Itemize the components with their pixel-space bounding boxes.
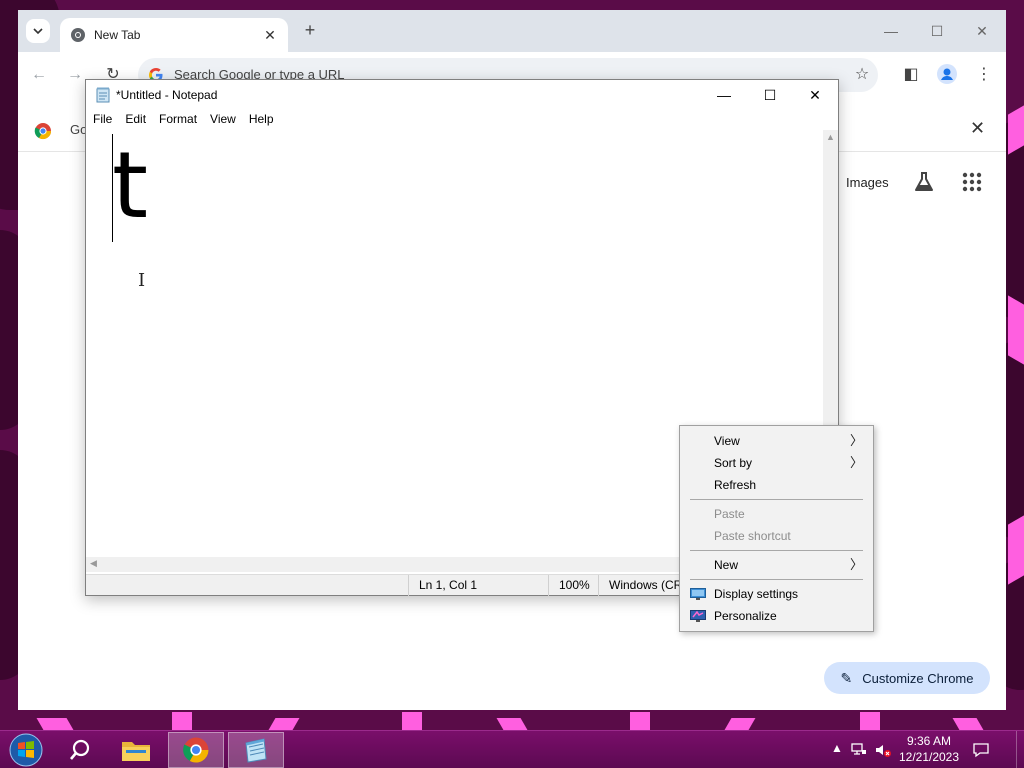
ctx-sort-by[interactable]: Sort by 〉 <box>682 452 871 474</box>
wallpaper-shape <box>860 712 880 730</box>
wallpaper-shape <box>952 718 984 730</box>
profile-icon[interactable] <box>936 64 958 86</box>
status-position: Ln 1, Col 1 <box>408 575 548 596</box>
status-line-ending: Windows (CRL <box>598 575 682 596</box>
forward-icon[interactable]: → <box>64 64 86 86</box>
maximize-icon[interactable]: ☐ <box>760 85 780 105</box>
close-icon[interactable]: ✕ <box>970 118 985 139</box>
tab-search-button[interactable] <box>26 19 50 43</box>
ctx-new-label: New <box>714 558 739 572</box>
wallpaper-shape <box>496 718 528 730</box>
bookmark-star-icon[interactable]: ☆ <box>851 64 873 86</box>
ctx-display-settings[interactable]: Display settings <box>682 583 871 605</box>
ctx-paste-shortcut: Paste shortcut <box>682 525 871 547</box>
taskbar-file-explorer[interactable] <box>108 732 164 768</box>
desktop-context-menu: View 〉 Sort by 〉 Refresh Paste Paste sho… <box>679 425 874 632</box>
menu-edit[interactable]: Edit <box>125 110 146 130</box>
scroll-up-icon[interactable]: ▲ <box>826 132 835 142</box>
minimize-icon[interactable]: — <box>714 85 734 105</box>
notepad-icon <box>96 87 110 103</box>
taskbar-chrome[interactable] <box>168 732 224 768</box>
display-icon <box>690 588 706 600</box>
tab-strip: New Tab ✕ + — ☐ ✕ <box>18 10 1006 52</box>
more-menu-icon[interactable]: ⋮ <box>973 64 995 86</box>
clock-time: 9:36 AM <box>906 734 952 748</box>
ctx-view[interactable]: View 〉 <box>682 430 871 452</box>
menu-separator <box>690 579 863 580</box>
status-zoom: 100% <box>548 575 598 596</box>
wallpaper-shape <box>724 718 756 730</box>
wallpaper-shape <box>1008 515 1024 585</box>
menu-file[interactable]: File <box>93 110 112 130</box>
ibeam-cursor-icon: I <box>138 270 146 291</box>
notepad-title: *Untitled - Notepad <box>116 88 218 102</box>
close-window-icon[interactable]: ✕ <box>973 22 991 40</box>
wallpaper-shape <box>268 718 300 730</box>
menu-view[interactable]: View <box>210 110 236 130</box>
chevron-right-icon: 〉 <box>849 433 863 448</box>
close-tab-icon[interactable]: ✕ <box>262 27 278 43</box>
menu-separator <box>690 550 863 551</box>
personalize-icon <box>690 610 706 622</box>
taskbar: ▲ 9:36 AM 12/21/2023 <box>0 730 1024 768</box>
images-link[interactable]: Images <box>846 175 889 190</box>
notepad-content: t <box>112 132 149 239</box>
chevron-right-icon: 〉 <box>849 455 863 470</box>
ctx-view-label: View <box>714 434 740 448</box>
ctx-display-settings-label: Display settings <box>714 587 799 601</box>
scroll-left-icon[interactable]: ◀ <box>90 558 97 569</box>
wallpaper-shape <box>402 712 422 730</box>
tab-new-tab[interactable]: New Tab ✕ <box>60 18 288 52</box>
start-button[interactable] <box>6 732 46 768</box>
taskbar-clock[interactable]: 9:36 AM 12/21/2023 <box>896 733 962 765</box>
ctx-refresh-label: Refresh <box>714 478 757 492</box>
menu-separator <box>690 499 863 500</box>
wallpaper-shape <box>36 718 74 730</box>
notepad-icon <box>245 738 267 763</box>
apps-grid-icon[interactable] <box>960 170 984 194</box>
show-hidden-icons-icon[interactable]: ▲ <box>828 741 846 759</box>
chrome-logo-icon <box>183 737 209 763</box>
ctx-paste-label: Paste <box>714 507 745 521</box>
menu-format[interactable]: Format <box>159 110 197 130</box>
ctx-personalize-label: Personalize <box>714 609 777 623</box>
taskbar-notepad[interactable] <box>228 732 284 768</box>
maximize-icon[interactable]: ☐ <box>928 22 946 40</box>
ctx-paste-shortcut-label: Paste shortcut <box>714 529 791 543</box>
ctx-paste: Paste <box>682 503 871 525</box>
customize-chrome-button[interactable]: ✎ Customize Chrome <box>824 662 990 694</box>
ctx-new[interactable]: New 〉 <box>682 554 871 576</box>
wallpaper-shape <box>1008 295 1024 365</box>
pencil-icon: ✎ <box>840 669 853 686</box>
network-icon[interactable] <box>850 741 868 759</box>
clock-date: 12/21/2023 <box>898 750 960 764</box>
close-icon[interactable]: ✕ <box>805 85 825 105</box>
taskbar-search[interactable] <box>52 732 108 768</box>
notification-icon[interactable] <box>972 741 990 759</box>
ctx-personalize[interactable]: Personalize <box>682 605 871 627</box>
chrome-logo-icon <box>34 123 52 140</box>
customize-chrome-label: Customize Chrome <box>862 670 974 686</box>
ctx-sort-by-label: Sort by <box>714 456 753 470</box>
ctx-refresh[interactable]: Refresh <box>682 474 871 496</box>
folder-icon <box>122 742 150 761</box>
back-icon[interactable]: ← <box>28 64 50 86</box>
search-icon <box>70 739 90 760</box>
side-panel-icon[interactable]: ◧ <box>900 64 922 86</box>
notepad-titlebar[interactable]: *Untitled - Notepad — ☐ ✕ <box>86 80 838 110</box>
menu-help[interactable]: Help <box>249 110 274 130</box>
volume-muted-icon[interactable] <box>874 741 892 759</box>
labs-flask-icon[interactable] <box>912 170 936 194</box>
tab-title: New Tab <box>94 28 141 42</box>
notepad-menubar: File Edit Format View Help <box>86 110 838 130</box>
chrome-favicon-icon <box>71 28 85 42</box>
new-tab-button[interactable]: + <box>300 21 320 41</box>
minimize-icon[interactable]: — <box>882 22 900 40</box>
wallpaper-shape <box>172 712 192 730</box>
wallpaper-shape <box>630 712 650 730</box>
windows-logo-icon <box>9 733 43 767</box>
show-desktop-button[interactable] <box>1016 731 1024 768</box>
chevron-down-icon <box>33 28 43 35</box>
chevron-right-icon: 〉 <box>849 557 863 572</box>
